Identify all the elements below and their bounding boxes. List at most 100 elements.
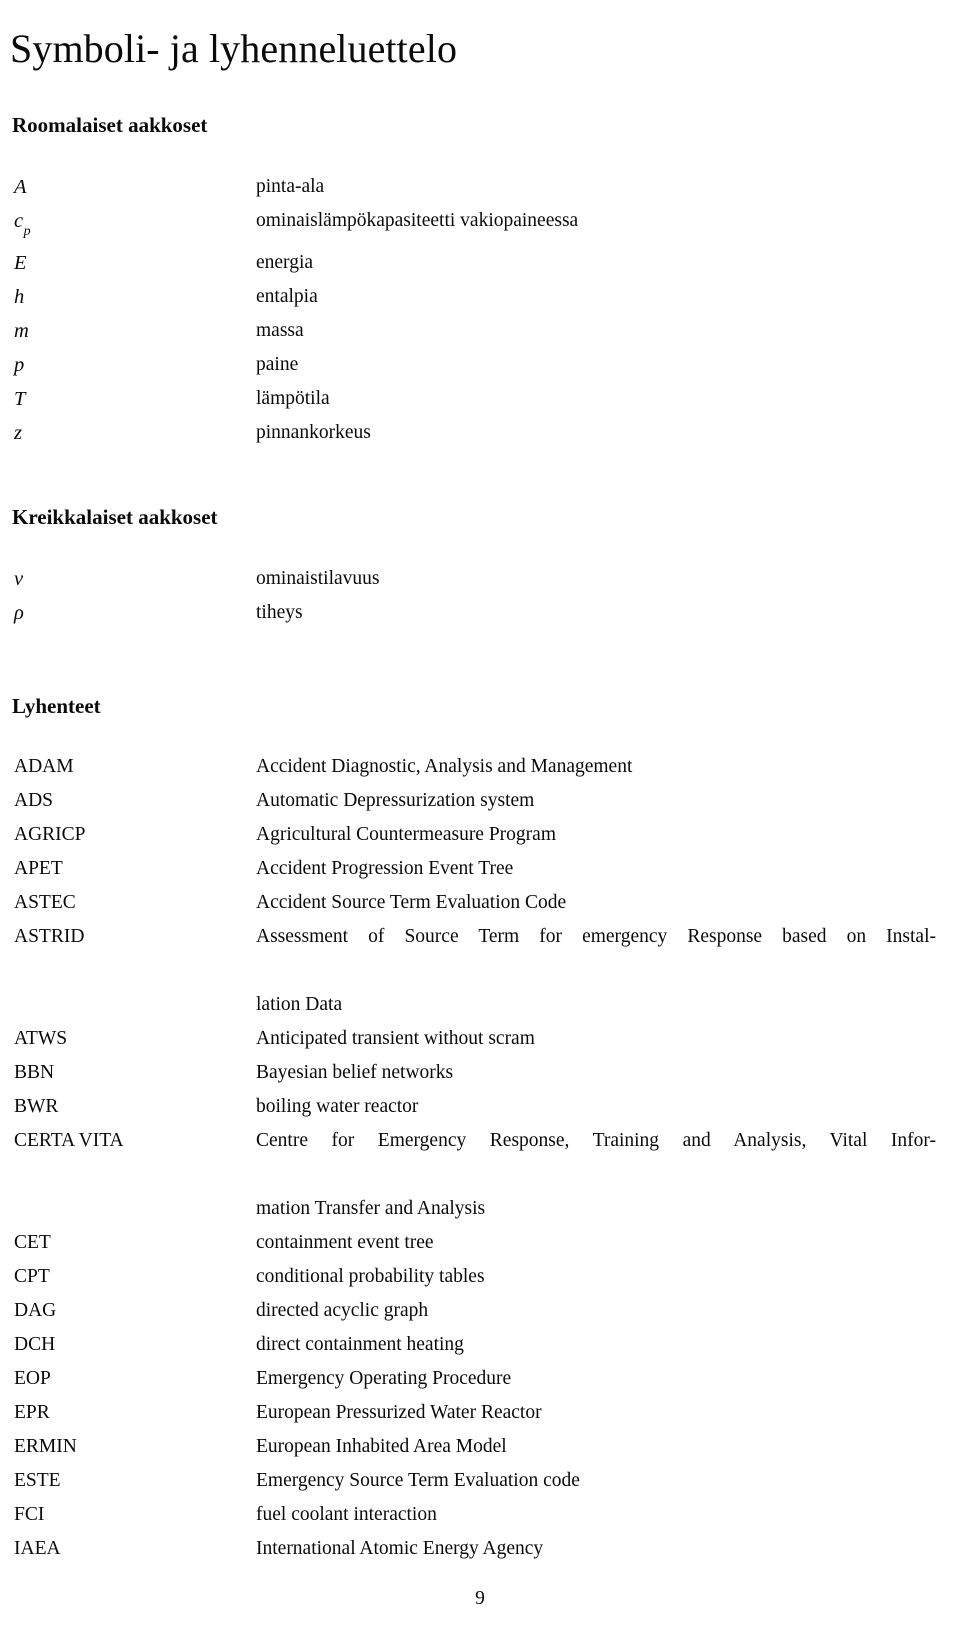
abbreviation-entry-row: CET containment event tree <box>0 1226 960 1260</box>
abbreviation-entry-row: AGRICP Agricultural Countermeasure Progra… <box>0 818 960 852</box>
abbreviation-term: EOP <box>14 1368 51 1389</box>
abbreviation-entry-row: CPT conditional probability tables <box>0 1260 960 1294</box>
abbreviation-definition-line-continued: mation Transfer and Analysis <box>256 1198 486 1219</box>
abbreviation-definition: directed acyclic graph <box>256 1294 960 1328</box>
symbol-description: lämpötila <box>256 388 330 410</box>
abbreviation-entry-row: APET Accident Progression Event Tree <box>0 852 960 886</box>
symbol-entry-row: ν ominaistilavuus <box>0 562 960 596</box>
abbreviation-term: CERTA VITA <box>14 1130 124 1151</box>
abbreviation-definition-line: Automatic Depressurization system <box>256 790 535 811</box>
symbol-entry-row: Eenergia <box>0 246 960 280</box>
abbreviation-definition: Accident Source Term Evaluation Code <box>256 886 960 920</box>
symbol-description: ominaislämpökapasiteetti vakiopaineessa <box>256 210 579 231</box>
abbreviation-definition-line: Centre for Emergency Response, Training … <box>256 1130 936 1151</box>
abbreviation-definition: Emergency Operating Procedure <box>256 1362 960 1396</box>
abbreviation-entry-row: ADS Automatic Depressurization system <box>0 784 960 818</box>
abbreviation-entry-row: ASTRID Assessment of Source Term for emer… <box>0 920 960 1022</box>
abbreviation-definition-line: directed acyclic graph <box>256 1300 429 1321</box>
symbol-description: pinnankorkeus <box>256 422 371 444</box>
page-title: Symboli- ja lyhenneluettelo <box>10 25 458 71</box>
abbreviation-definition: conditional probability tables <box>256 1260 960 1294</box>
abbreviation-entry-row: DAG directed acyclic graph <box>0 1294 960 1328</box>
abbreviation-term: BWR <box>14 1096 59 1117</box>
abbreviation-term: CET <box>14 1232 51 1253</box>
symbol-entry-row: cp ominaislämpökapasiteetti vakiopaineess… <box>0 204 960 246</box>
abbreviation-term: CPT <box>14 1266 50 1287</box>
symbol-entry-row: Apinta-ala <box>0 170 960 204</box>
symbol-name: T <box>14 388 26 411</box>
symbol-name: ρ <box>14 602 24 624</box>
symbol-name: E <box>14 252 27 275</box>
abbreviation-definition-line: European Pressurized Water Reactor <box>256 1402 542 1423</box>
abbreviation-definition: Assessment of Source Term for emergency … <box>256 920 960 1022</box>
abbreviation-definition: fuel coolant interaction <box>256 1498 960 1532</box>
abbreviation-entry-row: FCI fuel coolant interaction <box>0 1498 960 1532</box>
symbol-subscript: p <box>23 224 31 240</box>
abbreviation-definition-line: Anticipated transient without scram <box>256 1028 535 1049</box>
symbol-name: A <box>14 176 27 198</box>
abbreviation-definition-line: International Atomic Energy Agency <box>256 1538 544 1559</box>
abbreviation-term: ADAM <box>14 756 74 777</box>
symbol-entry-row: h entalpia <box>0 280 960 314</box>
abbreviation-term: ESTE <box>14 1470 61 1491</box>
abbreviation-term: ASTEC <box>14 892 76 913</box>
abbreviation-definition-line: Emergency Operating Procedure <box>256 1368 512 1389</box>
abbreviation-definition-line: Accident Diagnostic, Analysis and Manage… <box>256 756 633 777</box>
symbol-entry-row: p paine <box>0 348 960 382</box>
section-heading-abbreviations: Lyhenteet <box>12 694 101 719</box>
abbreviation-term: FCI <box>14 1504 45 1525</box>
abbreviation-definition: European Pressurized Water Reactor <box>256 1396 960 1430</box>
abbreviation-definition: Accident Progression Event Tree <box>256 852 960 886</box>
abbreviation-entry-row: ESTE Emergency Source Term Evaluation cod… <box>0 1464 960 1498</box>
symbol-name: cp <box>14 210 31 240</box>
abbreviation-definition: boiling water reactor <box>256 1090 960 1124</box>
abbreviation-definition: Emergency Source Term Evaluation code <box>256 1464 960 1498</box>
abbreviation-term: AGRICP <box>14 824 86 845</box>
abbreviation-definition: Agricultural Countermeasure Program <box>256 818 960 852</box>
abbreviation-definition-line: Bayesian belief networks <box>256 1062 454 1083</box>
abbreviation-entry-row: CERTA VITA Centre for Emergency Response,… <box>0 1124 960 1226</box>
symbol-name: p <box>14 354 25 377</box>
abbreviation-entry-row: DCH direct containment heating <box>0 1328 960 1362</box>
abbreviation-definition-line: containment event tree <box>256 1232 434 1253</box>
abbreviation-entry-row: ATWS Anticipated transient without scram <box>0 1022 960 1056</box>
abbreviation-definition-line: boiling water reactor <box>256 1096 419 1117</box>
page-number: 9 <box>475 1588 485 1609</box>
symbol-description: ominaistilavuus <box>256 568 380 589</box>
abbreviation-definition-line: conditional probability tables <box>256 1266 485 1287</box>
symbol-name: ν <box>14 568 24 590</box>
abbreviation-term: ERMIN <box>14 1436 77 1457</box>
abbreviation-definition-line: Agricultural Countermeasure Program <box>256 824 556 845</box>
symbol-list-greek: ν ominaistilavuus ρ tiheys <box>0 562 960 630</box>
symbol-entry-row: m massa <box>0 314 960 348</box>
symbol-name: m <box>14 320 29 343</box>
abbreviation-definition: Bayesian belief networks <box>256 1056 960 1090</box>
symbol-name: h <box>14 286 25 309</box>
abbreviation-definition: Automatic Depressurization system <box>256 784 960 818</box>
symbol-list-roman: Apinta-ala cp ominaislämpökapasiteetti vak… <box>0 170 960 450</box>
abbreviation-term: APET <box>14 858 63 879</box>
symbol-description: paine <box>256 354 299 376</box>
abbreviation-entry-row: EPR European Pressurized Water Reactor <box>0 1396 960 1430</box>
abbreviation-term: IAEA <box>14 1538 61 1559</box>
abbreviation-entry-row: IAEA International Atomic Energy Agency <box>0 1532 960 1566</box>
abbreviation-entry-row: BBN Bayesian belief networks <box>0 1056 960 1090</box>
abbreviation-entry-row: EOP Emergency Operating Procedure <box>0 1362 960 1396</box>
abbreviation-definition-line: fuel coolant interaction <box>256 1504 437 1525</box>
abbreviation-definition-line: Assessment of Source Term for emergency … <box>256 926 936 947</box>
abbreviation-term: ADS <box>14 790 54 811</box>
abbreviation-definition-line: Accident Progression Event Tree <box>256 858 514 879</box>
abbreviation-definition-line: direct containment heating <box>256 1334 464 1355</box>
abbreviation-definition-line: Accident Source Term Evaluation Code <box>256 892 567 913</box>
abbreviation-term: BBN <box>14 1062 55 1083</box>
symbol-description: tiheys <box>256 602 303 623</box>
abbreviation-list: ADAM Accident Diagnostic, Analysis and Ma… <box>0 750 960 1566</box>
abbreviation-definition-line: Emergency Source Term Evaluation code <box>256 1470 580 1491</box>
abbreviation-definition: direct containment heating <box>256 1328 960 1362</box>
symbol-description: energia <box>256 252 314 274</box>
abbreviation-term: DCH <box>14 1334 56 1355</box>
abbreviation-definition: International Atomic Energy Agency <box>256 1532 960 1566</box>
abbreviation-definition: Centre for Emergency Response, Training … <box>256 1124 960 1226</box>
abbreviation-term: DAG <box>14 1300 57 1321</box>
abbreviation-definition-line: European Inhabited Area Model <box>256 1436 507 1457</box>
